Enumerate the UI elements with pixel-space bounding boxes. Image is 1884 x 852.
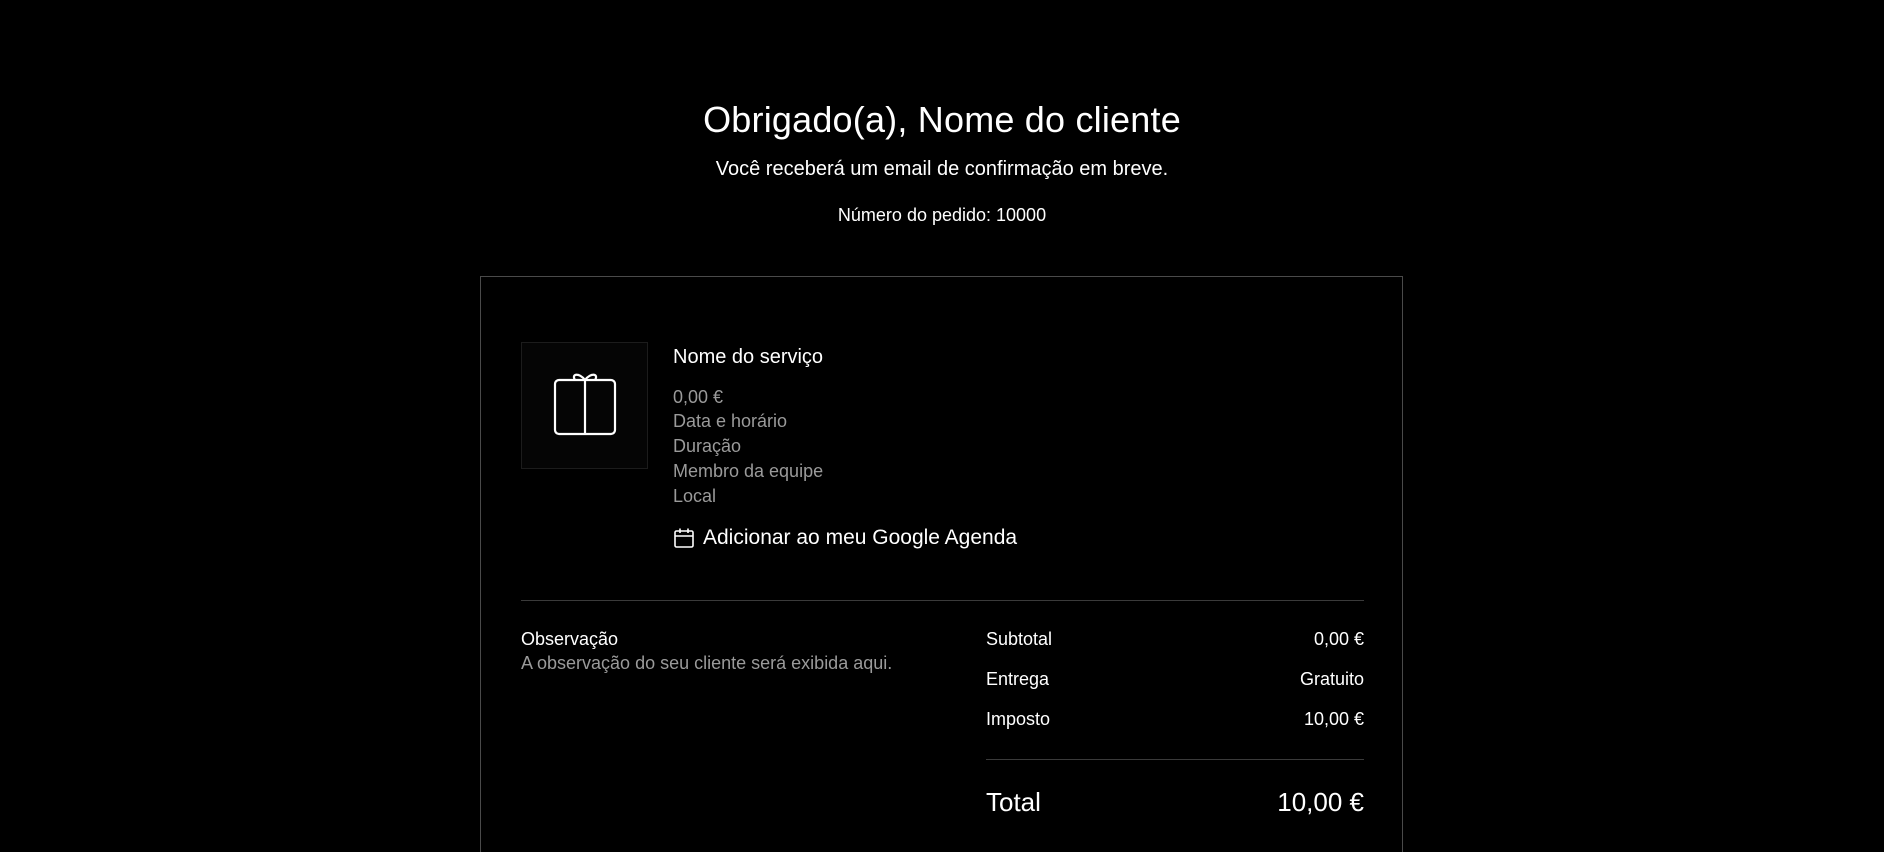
gift-icon: [553, 370, 617, 441]
service-name: Nome do serviço: [673, 346, 824, 368]
service-price: 0,00 €: [673, 387, 724, 407]
thank-you-page: Obrigado(a), Nome do cliente Você recebe…: [0, 0, 1884, 852]
tax-value: 10,00 €: [1303, 709, 1364, 729]
shipping-value: Gratuito: [1299, 669, 1364, 689]
service-date-time: Data e horário: [673, 411, 788, 431]
price-summary: Subtotal 0,00 € Entrega Gratuito Imposto…: [986, 627, 1364, 818]
note-label: Observação: [521, 629, 619, 649]
add-to-google-calendar-link[interactable]: Adicionar ao meu Google Agenda: [673, 525, 1017, 551]
subtotal-row: Subtotal 0,00 €: [986, 627, 1364, 667]
service-duration: Duração: [673, 436, 742, 456]
shipping-label: Entrega: [986, 669, 1050, 689]
confirmation-header: Obrigado(a), Nome do cliente Você recebe…: [0, 96, 1884, 227]
note-text: A observação do seu cliente será exibida…: [521, 653, 893, 673]
add-to-google-calendar-label[interactable]: Adicionar ao meu Google Agenda: [703, 525, 1017, 551]
service-staff-member: Membro da equipe: [673, 461, 824, 481]
section-divider: [521, 600, 1364, 601]
service-details: Nome do serviço 0,00 € Data e horário Du…: [673, 344, 1017, 551]
order-summary-card: Nome do serviço 0,00 € Data e horário Du…: [480, 276, 1403, 852]
service-location: Local: [673, 486, 717, 506]
calendar-icon: [673, 527, 695, 549]
page-title: Obrigado(a), Nome do cliente: [703, 99, 1181, 140]
tax-row: Imposto 10,00 €: [986, 707, 1364, 747]
tax-label: Imposto: [986, 709, 1051, 729]
service-thumbnail: [521, 342, 648, 469]
subtotal-label: Subtotal: [986, 629, 1053, 649]
total-row: Total 10,00 €: [986, 786, 1364, 818]
confirmation-message: Você receberá um email de confirmação em…: [715, 158, 1169, 180]
shipping-row: Entrega Gratuito: [986, 667, 1364, 707]
total-label: Total: [986, 787, 1041, 817]
subtotal-value: 0,00 €: [1313, 629, 1364, 649]
total-value: 10,00 €: [1277, 787, 1364, 817]
customer-note: Observação A observação do seu cliente s…: [521, 627, 941, 675]
total-divider: [986, 759, 1364, 760]
order-number: Número do pedido: 10000: [837, 205, 1047, 225]
